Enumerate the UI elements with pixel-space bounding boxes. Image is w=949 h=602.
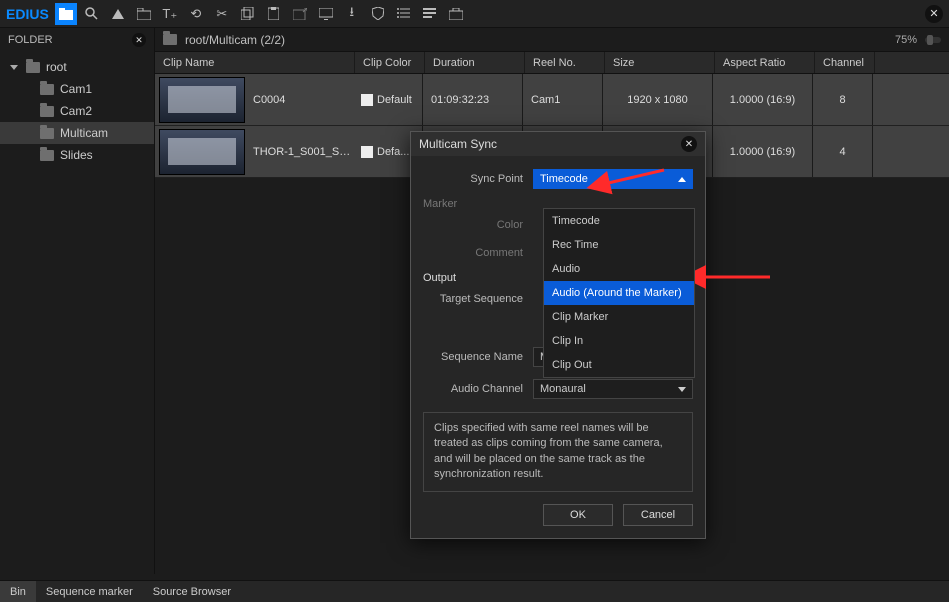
toolbox-icon[interactable]	[445, 3, 467, 25]
col-size[interactable]: Size	[605, 52, 715, 73]
folder-tree: root Cam1 Cam2 Multicam Slides	[0, 52, 154, 170]
search-icon[interactable]	[81, 3, 103, 25]
cell-duration: 01:09:32:23	[423, 74, 523, 125]
copy-icon[interactable]	[237, 3, 259, 25]
cell-color: Default	[353, 74, 423, 125]
download-icon[interactable]: ⭳	[341, 3, 363, 25]
folder-icon	[40, 84, 54, 95]
breadcrumb-path: root/Multicam (2/2)	[185, 33, 285, 47]
cell-name: C0004	[249, 94, 353, 106]
label-marker-color: Color	[423, 219, 533, 231]
tree-item-cam1[interactable]: Cam1	[0, 78, 154, 100]
breadcrumb-bar: root/Multicam (2/2) 75%	[155, 28, 949, 52]
color-chip	[361, 94, 373, 106]
table-row[interactable]: C0004 Default 01:09:32:23 Cam1 1920 x 10…	[155, 74, 949, 126]
bottom-tabs: Bin Sequence marker Source Browser	[0, 580, 949, 602]
cell-size: 1920 x 1080	[603, 74, 713, 125]
table-header: Clip Name Clip Color Duration Reel No. S…	[155, 52, 949, 74]
titlebar: EDIUS T₊ ⟲ ✂ ⭳ ✕	[0, 0, 949, 28]
zoom-control[interactable]: 75%	[895, 34, 941, 46]
tab-source-browser[interactable]: Source Browser	[143, 581, 241, 602]
tree-item-cam2[interactable]: Cam2	[0, 100, 154, 122]
clip-thumbnail	[159, 77, 245, 123]
tree-item-slides[interactable]: Slides	[0, 144, 154, 166]
label-target-sequence: Target Sequence	[423, 293, 533, 305]
folder-sidebar: FOLDER ✕ root Cam1 Cam2 Multicam Slides	[0, 28, 155, 574]
shield-icon[interactable]	[367, 3, 389, 25]
ok-button[interactable]: OK	[543, 504, 613, 526]
cell-channel: 4	[813, 126, 873, 177]
tree-item-label: Slides	[60, 148, 93, 162]
col-color[interactable]: Clip Color	[355, 52, 425, 73]
col-aspect[interactable]: Aspect Ratio	[715, 52, 815, 73]
tree-item-label: Cam1	[60, 82, 92, 96]
dd-item-rectime[interactable]: Rec Time	[544, 233, 694, 257]
sync-point-dropdown-list[interactable]: Timecode Rec Time Audio Audio (Around th…	[543, 208, 695, 378]
triangle-up-icon[interactable]	[107, 3, 129, 25]
cell-aspect: 1.0000 (16:9)	[713, 126, 813, 177]
col-name[interactable]: Clip Name	[155, 52, 355, 73]
repeat-icon[interactable]: ⟲	[185, 3, 207, 25]
clip-thumbnail	[159, 129, 245, 175]
dd-item-clip-out[interactable]: Clip Out	[544, 353, 694, 377]
cell-name: THOR-1_S001_S0...	[249, 146, 353, 158]
sidebar-title: FOLDER	[8, 34, 53, 46]
tree-item-label: Cam2	[60, 104, 92, 118]
cut-icon[interactable]: ✂	[211, 3, 233, 25]
folder-icon	[40, 150, 54, 161]
cell-reel: Cam1	[523, 74, 603, 125]
folder-icon	[40, 106, 54, 117]
lines-icon[interactable]	[419, 3, 441, 25]
sidebar-header: FOLDER ✕	[0, 28, 154, 52]
label-audio-channel: Audio Channel	[423, 383, 533, 395]
dd-item-audio-around-marker[interactable]: Audio (Around the Marker)	[544, 281, 694, 305]
zoom-value: 75%	[895, 34, 917, 46]
dialog-titlebar: Multicam Sync ✕	[411, 132, 705, 156]
dialog-info-text: Clips specified with same reel names wil…	[423, 412, 693, 492]
label-marker-comment: Comment	[423, 247, 533, 259]
audio-channel-dropdown[interactable]: Monaural	[533, 379, 693, 399]
dd-item-timecode[interactable]: Timecode	[544, 209, 694, 233]
col-reel[interactable]: Reel No.	[525, 52, 605, 73]
tree-root[interactable]: root	[0, 56, 154, 78]
color-chip	[361, 146, 373, 158]
folder-icon[interactable]	[55, 3, 77, 25]
cell-aspect: 1.0000 (16:9)	[713, 74, 813, 125]
tab-bin[interactable]: Bin	[0, 581, 36, 602]
list-icon[interactable]	[393, 3, 415, 25]
folder-icon	[163, 34, 177, 45]
text-tool-icon[interactable]: T₊	[159, 3, 181, 25]
tree-item-multicam[interactable]: Multicam	[0, 122, 154, 144]
paste-icon[interactable]	[263, 3, 285, 25]
folder-icon	[26, 62, 40, 73]
dd-item-audio[interactable]: Audio	[544, 257, 694, 281]
close-icon[interactable]: ✕	[925, 5, 943, 23]
dialog-title: Multicam Sync	[419, 137, 497, 151]
dialog-buttons: OK Cancel	[423, 504, 693, 526]
col-duration[interactable]: Duration	[425, 52, 525, 73]
label-sequence-name: Sequence Name	[423, 351, 533, 363]
dialog-close-icon[interactable]: ✕	[681, 136, 697, 152]
dd-item-clip-marker[interactable]: Clip Marker	[544, 305, 694, 329]
col-channel[interactable]: Channel	[815, 52, 875, 73]
export-icon[interactable]	[289, 3, 311, 25]
app-logo: EDIUS	[6, 6, 49, 22]
zoom-slider[interactable]	[925, 37, 941, 43]
sidebar-close-icon[interactable]: ✕	[132, 33, 146, 47]
chevron-down-icon	[10, 65, 18, 70]
tab-sequence-marker[interactable]: Sequence marker	[36, 581, 143, 602]
folder-icon	[40, 128, 54, 139]
sync-point-dropdown[interactable]: Timecode	[533, 169, 693, 189]
multicam-sync-dialog: Multicam Sync ✕ Sync Point Timecode Mark…	[410, 131, 706, 539]
tree-item-label: Multicam	[60, 126, 108, 140]
monitor-icon[interactable]	[315, 3, 337, 25]
dialog-body: Sync Point Timecode Marker Color Comment…	[411, 156, 705, 538]
label-sync-point: Sync Point	[423, 173, 533, 185]
cancel-button[interactable]: Cancel	[623, 504, 693, 526]
open-folder-icon[interactable]	[133, 3, 155, 25]
tree-root-label: root	[46, 60, 67, 74]
dd-item-clip-in[interactable]: Clip In	[544, 329, 694, 353]
cell-channel: 8	[813, 74, 873, 125]
